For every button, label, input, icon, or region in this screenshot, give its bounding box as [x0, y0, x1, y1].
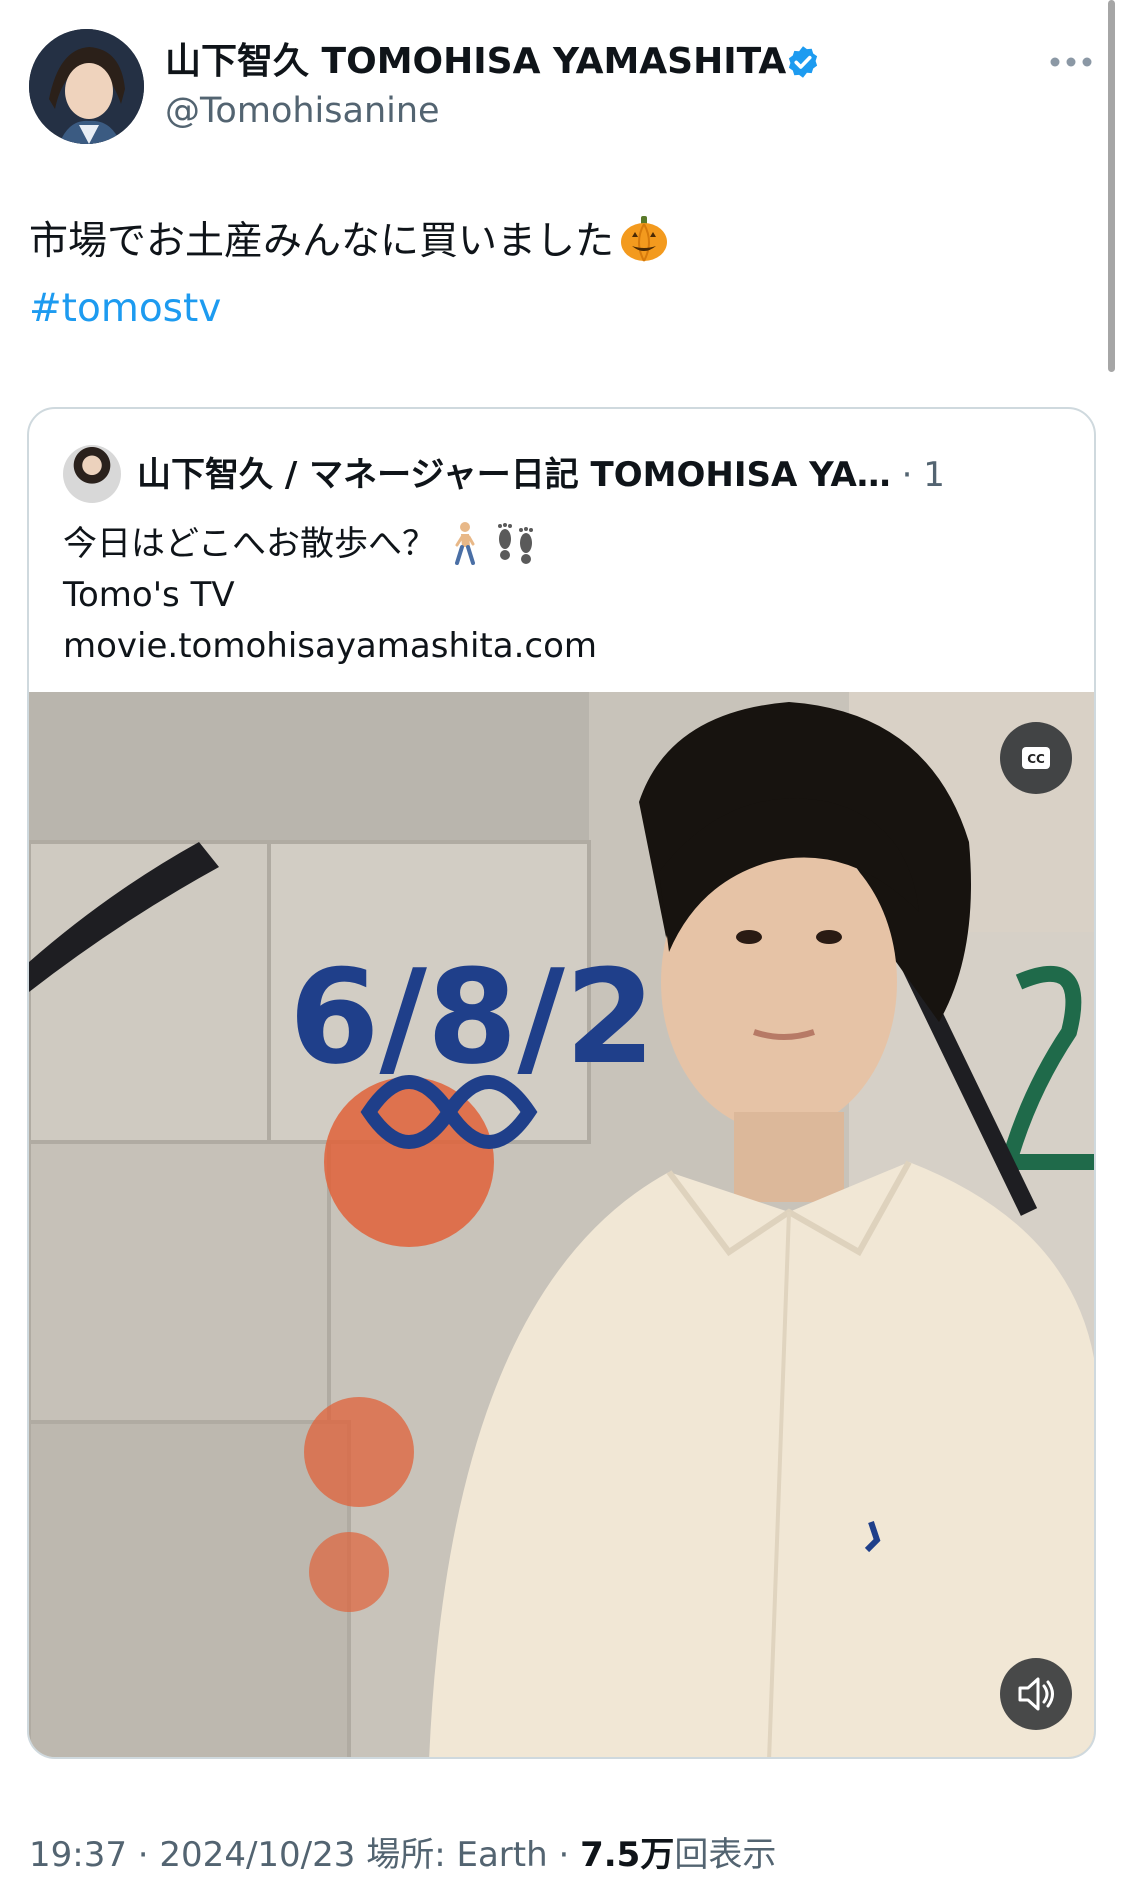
quoted-line-1: 今日はどこへお散歩へ？ [63, 519, 597, 570]
walking-person-icon [454, 522, 475, 565]
tweet-date[interactable]: 2024/10/23 [159, 1835, 355, 1875]
verified-badge-icon [788, 46, 818, 78]
author-avatar[interactable] [29, 29, 144, 144]
tweet-text-content: 市場でお土産みんなに買いました [29, 219, 615, 264]
more-horizontal-icon[interactable] [1048, 50, 1094, 74]
separator: · [126, 1835, 160, 1875]
scrollbar[interactable] [1108, 0, 1115, 372]
quoted-time: · 1時間 [901, 455, 944, 495]
volume-muted-icon [1018, 1677, 1054, 1711]
quoted-author-row[interactable]: 山下智久 / マネージャー日記 TOMOHISA YA… · 1時間 [137, 451, 944, 499]
separator: · [547, 1835, 581, 1875]
author-handle[interactable]: @Tomohisanine [165, 88, 440, 134]
quoted-tweet-card[interactable]: 山下智久 / マネージャー日記 TOMOHISA YA… · 1時間 今日はどこ… [27, 407, 1096, 1759]
tweet-text: 市場でお土産みんなに買いました [29, 212, 670, 271]
video-player[interactable]: 6/8/2 CC [29, 692, 1094, 1757]
svg-text:CC: CC [1027, 752, 1045, 766]
quoted-author-avatar[interactable] [63, 445, 121, 503]
views-label: 回表示 [674, 1835, 777, 1875]
footprints-icon [497, 523, 533, 564]
pumpkin-emoji-icon [621, 216, 668, 262]
hashtag-link[interactable]: #tomostv [29, 280, 221, 338]
view-count: 7.5万 [580, 1835, 675, 1875]
tweet-metadata: 19:37 · 2024/10/23 場所: Earth · 7.5万回表示 [29, 1830, 776, 1880]
quoted-body: 今日はどこへお散歩へ？ Tomo's TV movie.tomohisayama… [63, 519, 597, 672]
volume-button[interactable] [1000, 1658, 1072, 1730]
quoted-line-1-text: 今日はどこへお散歩へ？ [63, 524, 436, 564]
video-frame: 6/8/2 [29, 692, 1094, 1757]
closed-captions-icon: CC [1022, 747, 1050, 769]
quoted-line-3[interactable]: movie.tomohisayamashita.com [63, 621, 597, 672]
graffiti-text: 6/8/2 [289, 941, 655, 1093]
quoted-author-name[interactable]: 山下智久 / マネージャー日記 TOMOHISA YA… [137, 455, 891, 495]
author-display-name[interactable]: 山下智久 TOMOHISA YAMASHITA [165, 36, 786, 88]
tweet-time[interactable]: 19:37 [29, 1835, 127, 1875]
quoted-line-2: Tomo's TV [63, 575, 235, 615]
tweet-location: 場所: Earth [366, 1835, 548, 1875]
closed-captions-button[interactable]: CC [1000, 722, 1072, 794]
avatar-photo [29, 29, 144, 144]
